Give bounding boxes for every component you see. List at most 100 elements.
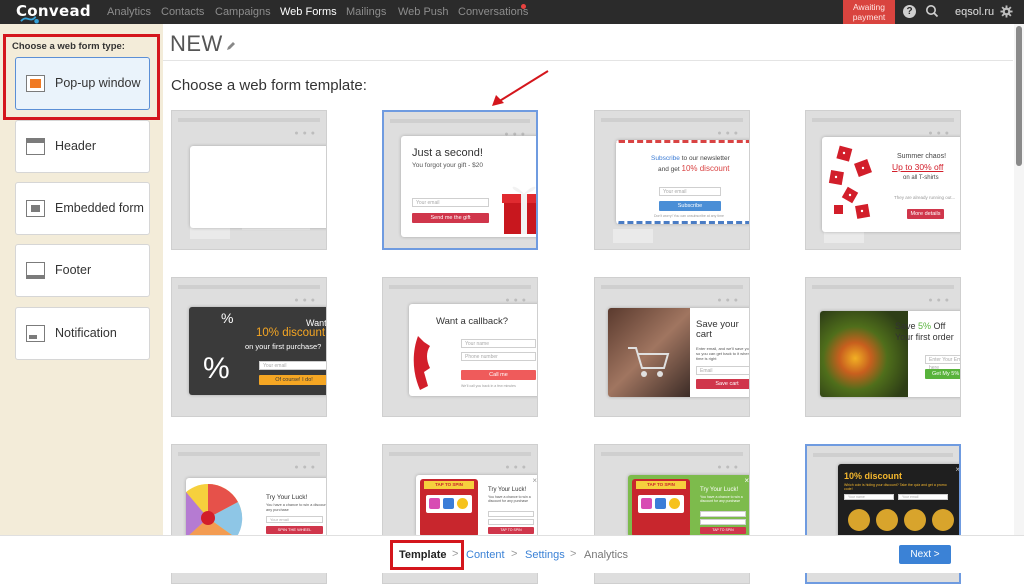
popup-discount: 10% discount xyxy=(256,327,326,339)
step-content[interactable]: Content xyxy=(466,549,505,561)
nav-analytics[interactable]: Analytics xyxy=(107,6,151,18)
popup-footnote: Don't worry! You can unsubscribe at any … xyxy=(654,214,724,218)
popup-title: Just a second! xyxy=(412,147,483,159)
scroll-thumb[interactable] xyxy=(1016,26,1022,166)
popup-preview: × 10% discount Which coin is hiding your… xyxy=(838,464,959,540)
template-save-cart[interactable]: ● ● ● × Save your cart Enter email, and … xyxy=(594,277,750,417)
save-prefix: Save xyxy=(895,321,919,331)
scrollbar[interactable] xyxy=(1014,24,1024,535)
slot-reels xyxy=(638,495,684,513)
brand-name[interactable]: Convead xyxy=(16,2,91,20)
popup-input-name: Your name xyxy=(461,339,536,348)
notification-icon xyxy=(26,325,45,342)
type-embedded-form[interactable]: Embedded form xyxy=(15,182,150,235)
notification-dot xyxy=(521,4,526,9)
popup-title-2: cart xyxy=(696,329,712,340)
step-separator: > xyxy=(570,548,577,560)
popup-discount: Up to 30% off xyxy=(892,162,944,172)
nav-campaigns[interactable]: Campaigns xyxy=(215,6,271,18)
highlight-box-template-step xyxy=(390,540,464,570)
type-label: Notification xyxy=(55,326,117,340)
nav-mailings[interactable]: Mailings xyxy=(346,6,386,18)
slot-banner: TAP TO SPIN xyxy=(636,481,686,489)
popup-text: Enter email, and we'll save your cart, s… xyxy=(696,346,750,361)
fortune-wheel-icon xyxy=(186,484,243,538)
nav-web-push[interactable]: Web Push xyxy=(398,6,449,18)
popup-text-line-3: on your first purchase? xyxy=(245,342,322,351)
popup-preview: × Want a callback? Your name Phone numbe… xyxy=(409,304,537,396)
popup-button: Subscribe xyxy=(659,201,721,211)
popup-title-1: Save 5% Off xyxy=(895,321,945,331)
template-summer-chaos[interactable]: ● ● ● × Summer chaos! Up to 30% off on a… xyxy=(805,110,961,250)
type-label: Embedded form xyxy=(55,201,144,215)
popup-input: Your email xyxy=(259,361,326,370)
popup-text-line-2: and get 10% discount xyxy=(658,164,730,173)
top-nav-bar: Convead Analytics Contacts Campaigns Web… xyxy=(0,0,1024,24)
save-amount: 5% xyxy=(918,321,932,331)
popup-input: Email xyxy=(696,366,749,375)
popup-text: You forgot your gift - $20 xyxy=(412,162,483,169)
percent-glyph-small: % xyxy=(221,310,234,326)
popup-title: Want a callback? xyxy=(436,316,508,327)
awaiting-line-2: payment xyxy=(852,12,886,22)
popup-input: Enter Your Email here xyxy=(925,355,960,371)
dice-icon xyxy=(828,145,872,219)
help-icon[interactable]: ? xyxy=(903,5,916,18)
popup-text: You have a chance to win a discount for … xyxy=(700,495,743,504)
nav-web-forms[interactable]: Web Forms xyxy=(280,6,337,18)
footer-icon xyxy=(26,262,45,279)
template-dark-discount[interactable]: ● ● ● × % Want a 10% discount on your fi… xyxy=(171,277,327,417)
template-blank-popup[interactable]: ● ● ● × xyxy=(171,110,327,250)
highlight-box-sidebar xyxy=(3,34,160,120)
popup-preview: × Summer chaos! Up to 30% off on all T-s… xyxy=(822,137,960,232)
next-button[interactable]: Next > xyxy=(899,545,951,564)
popup-title: 10% discount xyxy=(844,471,903,481)
header-icon xyxy=(26,138,45,155)
popup-text: You have a chance to win a discount for … xyxy=(488,495,531,504)
save-suffix: Off xyxy=(931,321,946,331)
popup-title: Try Your Luck! xyxy=(700,487,739,493)
popup-button: Send me the gift xyxy=(412,213,489,223)
popup-button: SPIN THE WHEEL xyxy=(266,526,323,534)
subscribe-rest: to our newsletter xyxy=(679,155,730,162)
popup-preview: × Save 5% Off Your first order Enter You… xyxy=(820,311,960,397)
popup-input-email: Your email xyxy=(898,494,948,500)
template-just-a-second[interactable]: ● ● ● × Just a second! You forgot your g… xyxy=(382,110,538,250)
slot-machine-icon: TAP TO SPIN xyxy=(632,479,690,537)
popup-input-phone: Phone number xyxy=(461,352,536,361)
type-label: Header xyxy=(55,139,96,153)
nav-conversations[interactable]: Conversations xyxy=(458,6,528,18)
template-save-5-percent[interactable]: ● ● ● × Save 5% Off Your first order Ent… xyxy=(805,277,961,417)
popup-text: Which coin is hiding your discount? Take… xyxy=(844,483,947,492)
pencil-icon[interactable] xyxy=(226,41,236,51)
step-settings[interactable]: Settings xyxy=(525,549,565,561)
popup-button: Get My 5% Off xyxy=(925,369,960,379)
step-separator: > xyxy=(511,548,518,560)
slot-banner: TAP TO SPIN xyxy=(424,481,474,489)
popup-preview: × % Want a 10% discount on your first pu… xyxy=(189,307,326,395)
gear-icon[interactable] xyxy=(1000,5,1013,18)
popup-button: TAP TO SPIN xyxy=(488,527,534,534)
type-footer[interactable]: Footer xyxy=(15,244,150,297)
account-name[interactable]: eqsol.ru xyxy=(955,6,994,18)
popup-preview: × TAP TO SPIN Try Your Luck! You have a … xyxy=(416,475,537,537)
type-notification[interactable]: Notification xyxy=(15,307,150,360)
popup-footnote: They are already running out... xyxy=(894,195,956,200)
popup-button: More details xyxy=(907,209,944,219)
nav-contacts[interactable]: Contacts xyxy=(161,6,204,18)
popup-preview: × Save your cart Enter email, and we'll … xyxy=(608,308,750,397)
discount-amount: 10% discount xyxy=(681,164,730,173)
template-callback[interactable]: ● ● ● × Want a callback? Your name Phone… xyxy=(382,277,538,417)
popup-title-2: Your first order xyxy=(895,332,954,342)
type-header[interactable]: Header xyxy=(15,120,150,173)
page-title: NEW xyxy=(170,31,223,56)
embedded-icon xyxy=(26,200,45,217)
popup-text: You have a chance to win a discount for … xyxy=(266,503,327,512)
popup-text: on all T-shirts xyxy=(903,175,939,181)
search-icon[interactable] xyxy=(925,4,939,18)
step-analytics[interactable]: Analytics xyxy=(584,549,628,561)
template-subscribe[interactable]: ● ● ● × Subscribe to our newsletter and … xyxy=(594,110,750,250)
awaiting-payment-button[interactable]: Awaiting payment xyxy=(843,0,895,24)
popup-title: Try Your Luck! xyxy=(488,487,527,493)
popup-title: Summer chaos! xyxy=(897,153,947,160)
